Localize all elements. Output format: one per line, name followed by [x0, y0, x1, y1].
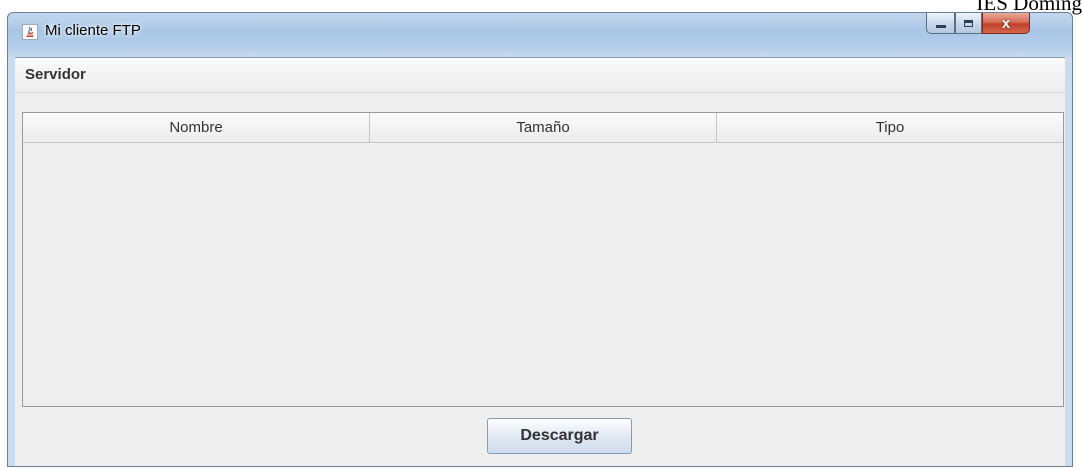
window-content: Servidor Nombre Tamaño Tipo Descargar — [15, 57, 1065, 466]
java-icon[interactable] — [22, 24, 38, 40]
minimize-icon — [935, 24, 946, 28]
close-icon: x — [1001, 14, 1011, 32]
column-header-tipo[interactable]: Tipo — [717, 113, 1063, 143]
table-body[interactable] — [23, 143, 1063, 406]
close-button[interactable]: x — [982, 13, 1030, 34]
maximize-button[interactable] — [955, 13, 982, 34]
column-header-tamano[interactable]: Tamaño — [370, 113, 717, 143]
column-header-nombre[interactable]: Nombre — [23, 113, 370, 143]
file-table[interactable]: Nombre Tamaño Tipo — [22, 112, 1064, 407]
minimize-button[interactable] — [926, 13, 955, 34]
download-button[interactable]: Descargar — [487, 418, 632, 454]
menu-bar: Servidor — [15, 58, 1065, 93]
title-bar[interactable]: Mi cliente FTP x — [8, 13, 1072, 57]
maximize-icon — [964, 19, 973, 27]
table-header: Nombre Tamaño Tipo — [23, 113, 1063, 143]
app-window: Mi cliente FTP x Servidor Nombre Tamaño … — [7, 12, 1073, 467]
window-title: Mi cliente FTP — [45, 22, 141, 39]
menu-item-servidor[interactable]: Servidor — [25, 66, 86, 83]
